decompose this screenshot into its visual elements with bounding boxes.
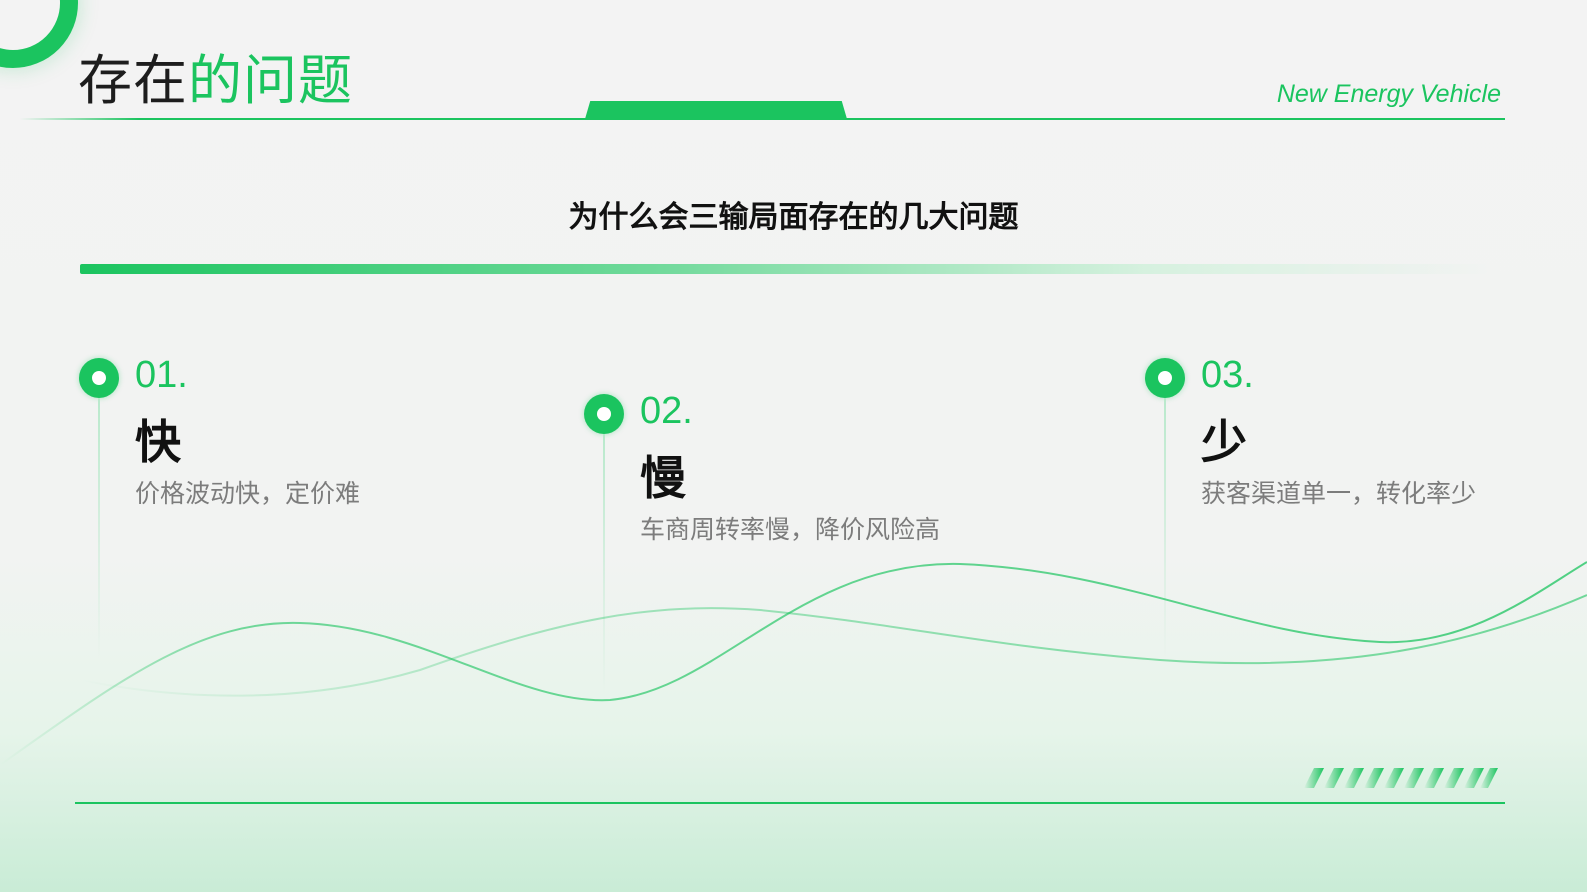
point-marker-icon [584, 394, 624, 434]
point-description: 价格波动快，定价难 [135, 479, 361, 508]
point-number: 03. [1201, 354, 1254, 396]
point-heading: 慢 [640, 451, 686, 505]
page-title-part2: 的问题 [188, 49, 353, 112]
corner-ring-decoration [0, 0, 78, 68]
wave-lines-decoration [0, 561, 1587, 766]
section-subtitle: 为什么会三输局面存在的几大问题 [568, 200, 1019, 235]
header-tab-accent [585, 101, 847, 119]
slide: 存在的问题 New Energy Vehicle 为什么会三输局面存在的几大问题… [0, 0, 1587, 892]
point-heading: 少 [1201, 415, 1247, 469]
point-marker-icon [79, 358, 119, 398]
bottom-divider [75, 802, 1505, 804]
point-marker-icon [1145, 358, 1185, 398]
point-heading: 快 [135, 415, 181, 469]
point-description: 获客渠道单一，转化率少 [1201, 479, 1477, 508]
point-number: 02. [640, 390, 693, 432]
stripes-decoration [1304, 768, 1498, 788]
brand-subtitle: New Energy Vehicle [1276, 80, 1501, 108]
page-title: 存在的问题 [78, 48, 353, 114]
page-title-part1: 存在 [78, 49, 188, 112]
gradient-bar [80, 264, 1500, 274]
point-number: 01. [135, 354, 188, 396]
